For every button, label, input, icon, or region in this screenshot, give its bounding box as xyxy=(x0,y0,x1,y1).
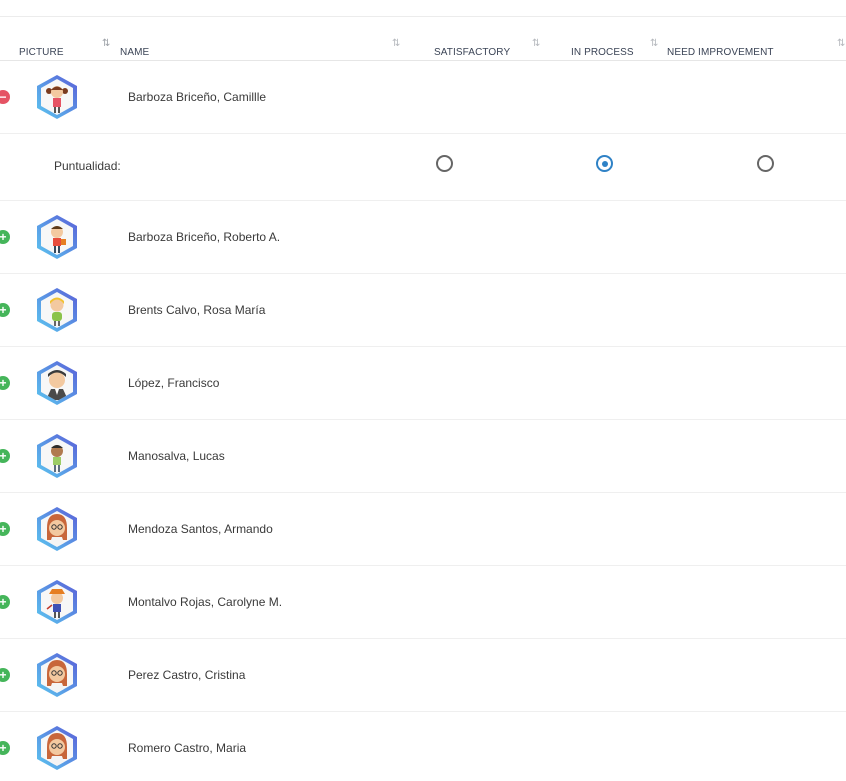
student-name: Manosalva, Lucas xyxy=(128,449,225,463)
expand-row-icon[interactable]: + xyxy=(0,230,10,244)
table-row: + Montalvo Rojas, Carolyne M. xyxy=(0,566,846,639)
student-avatar xyxy=(35,433,79,479)
student-avatar xyxy=(35,725,79,771)
table-row: + Manosalva, Lucas xyxy=(0,420,846,493)
column-header-picture[interactable]: PICTURE xyxy=(19,47,64,58)
student-name: Romero Castro, Maria xyxy=(128,741,247,755)
expand-row-icon[interactable]: + xyxy=(0,376,10,390)
radio-satisfactory[interactable] xyxy=(436,155,453,172)
table-row: + Romero Castro, Maria xyxy=(0,712,846,781)
expanded-detail-row: Puntualidad: xyxy=(0,134,846,201)
expand-row-icon[interactable]: + xyxy=(0,595,10,609)
student-avatar xyxy=(35,579,79,625)
student-avatar xyxy=(35,287,79,333)
column-header-need-improvement[interactable]: NEED IMPROVEMENT xyxy=(667,47,774,58)
table-header: PICTURE ⇅ NAME ⇅ SATISFACTORY ⇅ IN PROCE… xyxy=(0,17,846,61)
sort-icon-in-process[interactable]: ⇅ xyxy=(532,39,540,49)
detail-label-puntualidad: Puntualidad: xyxy=(54,159,121,173)
student-name: Montalvo Rojas, Carolyne M. xyxy=(128,595,283,609)
expand-row-icon[interactable]: + xyxy=(0,668,10,682)
table-row: − Barboza Briceño, Camillle xyxy=(0,61,846,134)
column-header-in-process[interactable]: IN PROCESS xyxy=(571,47,634,58)
expand-row-icon[interactable]: + xyxy=(0,741,10,755)
expand-row-icon[interactable]: + xyxy=(0,303,10,317)
column-header-satisfactory[interactable]: SATISFACTORY xyxy=(434,47,510,58)
student-name: López, Francisco xyxy=(128,376,220,390)
radio-need-improvement[interactable] xyxy=(757,155,774,172)
student-name: Barboza Briceño, Camillle xyxy=(128,90,267,104)
student-name: Barboza Briceño, Roberto A. xyxy=(128,230,281,244)
radio-in-process[interactable] xyxy=(596,155,613,172)
collapse-row-icon[interactable]: − xyxy=(0,90,10,104)
student-avatar xyxy=(35,214,79,260)
column-header-name[interactable]: NAME xyxy=(120,47,149,58)
table-row: + López, Francisco xyxy=(0,347,846,420)
student-avatar xyxy=(35,506,79,552)
student-avatar xyxy=(35,360,79,406)
student-name: Perez Castro, Cristina xyxy=(128,668,246,682)
student-avatar xyxy=(35,74,79,120)
student-name: Mendoza Santos, Armando xyxy=(128,522,273,536)
table-row: + Brents Calvo, Rosa María xyxy=(0,274,846,347)
table-row: + Perez Castro, Cristina xyxy=(0,639,846,712)
student-avatar xyxy=(35,652,79,698)
sort-icon-name[interactable]: ⇅ xyxy=(102,39,110,49)
expand-row-icon[interactable]: + xyxy=(0,449,10,463)
student-name: Brents Calvo, Rosa María xyxy=(128,303,266,317)
table-row: + Mendoza Santos, Armando xyxy=(0,493,846,566)
sort-icon-satisfactory[interactable]: ⇅ xyxy=(392,39,400,49)
sort-icon-extra[interactable]: ⇅ xyxy=(837,39,845,49)
table-row: + Barboza Briceño, Roberto A. xyxy=(0,201,846,274)
sort-icon-need-improvement[interactable]: ⇅ xyxy=(650,39,658,49)
expand-row-icon[interactable]: + xyxy=(0,522,10,536)
